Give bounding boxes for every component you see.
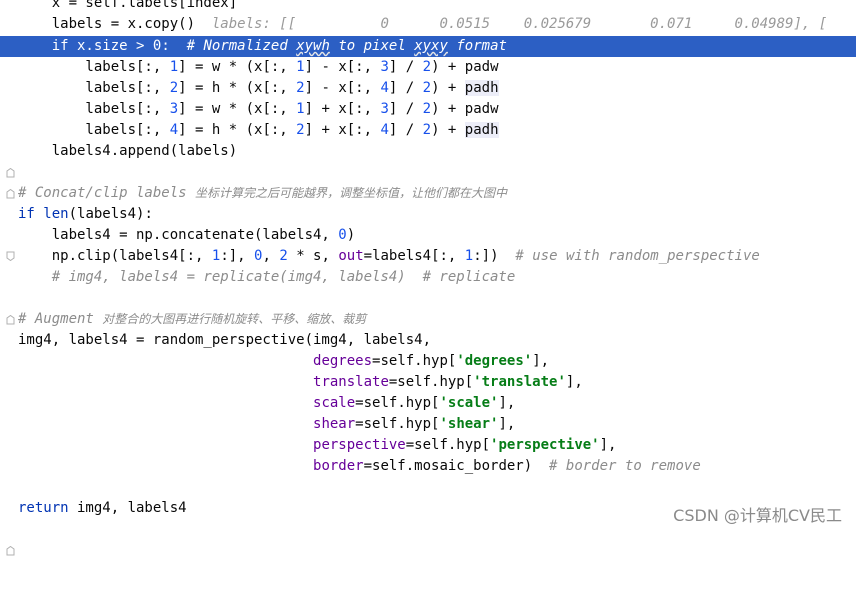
code-line[interactable]: labels[:, 3] = w * (x[:, 1] + x[:, 3] / … (0, 99, 856, 120)
code-line[interactable]: x = self.labels[index] (0, 0, 856, 14)
comment: # use with random_perspective (515, 248, 760, 264)
fold-end-icon[interactable] (6, 273, 15, 325)
code-line[interactable]: labels4 = np.concatenate(labels4, 0) (0, 225, 856, 246)
named-arg: degrees (313, 353, 373, 369)
code-text: img4, labels4 = random_perspective(img4,… (18, 332, 432, 348)
code-line[interactable]: shear=self.hyp['shear'], (0, 414, 856, 435)
comment: # Augment (18, 311, 103, 327)
named-arg: shear (313, 416, 356, 432)
code-line[interactable]: labels = x.copy() labels: [[ 0 0.0515 0.… (0, 14, 856, 35)
comment-chinese: 对整合的大图再进行随机旋转、平移、缩放、裁剪 (102, 312, 367, 326)
identifier-highlighted: padh (464, 80, 499, 96)
code-line[interactable]: labels[:, 4] = h * (x[:, 2] + x[:, 4] / … (0, 120, 856, 178)
comment: # border to remove (549, 458, 701, 474)
comment: # Normalized xywh to pixel xyxy format (186, 38, 507, 54)
code-line-current[interactable]: if x.size > 0: # Normalized xywh to pixe… (0, 36, 856, 93)
named-arg: perspective (313, 437, 406, 453)
comment-chinese: 坐标计算完之后可能越界，调整坐标值，让他们都在大图中 (195, 186, 508, 200)
code-line[interactable]: labels[:, 1] = w * (x[:, 1] - x[:, 3] / … (0, 57, 856, 78)
code-line[interactable]: # Concat/clip labels 坐标计算完之后可能越界，调整坐标值，让… (0, 183, 856, 204)
csdn-watermark: CSDN @计算机CV民工 (673, 506, 842, 525)
code-line[interactable]: labels4.append(labels) (0, 141, 856, 199)
named-arg: out (338, 248, 364, 264)
named-arg: scale (313, 395, 356, 411)
code-line[interactable]: img4, labels4 = random_perspective(img4,… (0, 330, 856, 351)
keyword: if (51, 38, 69, 54)
identifier-highlighted: padh (464, 122, 499, 138)
comment: # img4, labels4 = replicate(img4, labels… (18, 269, 516, 285)
fold-end-icon[interactable] (6, 504, 15, 556)
fold-start-icon[interactable] (6, 209, 15, 261)
string-literal: 'translate' (473, 374, 566, 390)
code-line[interactable]: if len(labels4): (0, 204, 856, 261)
keyword: if (18, 206, 35, 222)
named-arg: border (313, 458, 364, 474)
identifier: padw (464, 101, 499, 117)
inline-debug-hint: labels: [[ 0 0.0515 0.025679 0.071 0.049… (195, 16, 828, 32)
code-text: labels = x.copy() (18, 16, 196, 32)
code-line[interactable]: # Augment 对整合的大图再进行随机旋转、平移、缩放、裁剪 (0, 309, 856, 330)
code-line[interactable]: # img4, labels4 = replicate(img4, labels… (0, 267, 856, 325)
code-text: labels4.append(labels) (18, 143, 238, 159)
fold-end-icon[interactable] (6, 147, 15, 199)
code-line[interactable]: translate=self.hyp['translate'], (0, 372, 856, 393)
string-literal: 'degrees' (456, 353, 533, 369)
string-literal: 'perspective' (490, 437, 600, 453)
string-literal: 'scale' (439, 395, 499, 411)
comment: # Concat/clip labels (18, 185, 196, 201)
string-literal: 'shear' (439, 416, 499, 432)
code-line[interactable]: scale=self.hyp['scale'], (0, 393, 856, 414)
keyword: return (18, 500, 69, 516)
code-line[interactable]: border=self.mosaic_border) # border to r… (0, 456, 856, 477)
breakpoint-marker-icon[interactable] (6, 41, 15, 93)
code-line[interactable]: perspective=self.hyp['perspective'], (0, 435, 856, 456)
named-arg: translate (313, 374, 389, 390)
builtin-function: len (43, 206, 69, 222)
code-line[interactable]: labels[:, 2] = h * (x[:, 2] - x[:, 4] / … (0, 78, 856, 99)
code-line[interactable]: np.clip(labels4[:, 1:], 0, 2 * s, out=la… (0, 246, 856, 267)
identifier: padw (464, 59, 499, 75)
fold-end-icon[interactable] (6, 126, 15, 178)
code-editor[interactable]: x = self.labels[index] labels = x.copy()… (0, 0, 856, 556)
code-text: x = self.labels[index] (18, 0, 238, 11)
code-line[interactable]: degrees=self.hyp['degrees'], (0, 351, 856, 372)
